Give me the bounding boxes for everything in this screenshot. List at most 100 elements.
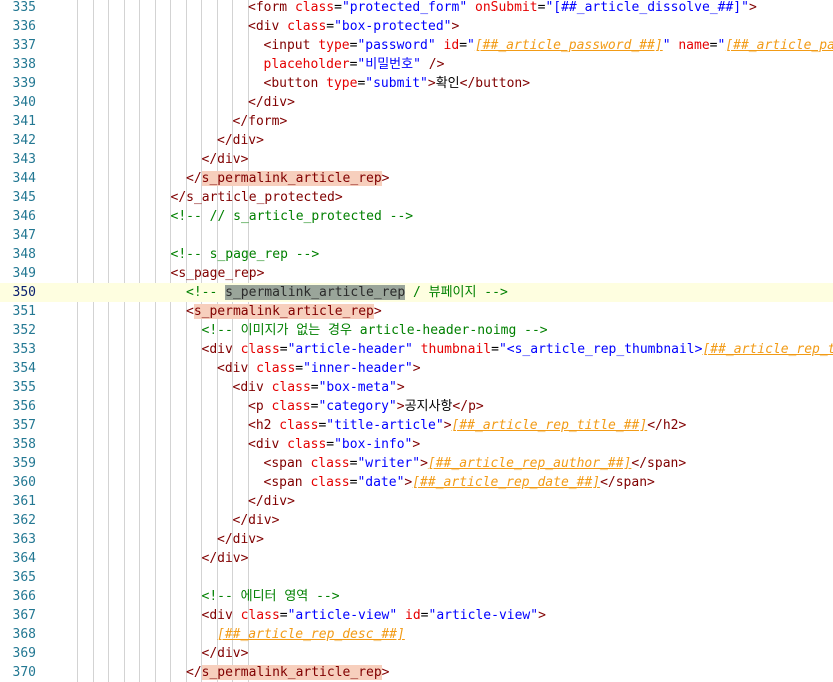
line-number: 342 [12, 133, 36, 148]
code-line[interactable]: 349 <s_page_rep> [0, 264, 833, 283]
line-number: 344 [12, 171, 36, 186]
code-line[interactable]: 346 <!-- // s_article_protected --> [0, 207, 833, 226]
tag-name: p [255, 399, 264, 414]
tag-bracket: > [334, 190, 343, 205]
code-text: <!-- 에디터 영역 --> [202, 587, 340, 606]
code-line[interactable]: 343 </div> [0, 150, 833, 169]
text-content: = [709, 38, 718, 53]
line-number: 353 [12, 342, 36, 357]
code-text: <input type="password" id="[##_article_p… [264, 36, 833, 55]
attribute-value: "inner-header" [303, 361, 413, 376]
code-line[interactable]: 357 <h2 class="title-article">[##_article… [0, 416, 833, 435]
code-line[interactable]: 365 [0, 568, 833, 587]
code-editor[interactable]: 335 <form class="protected_form" onSubmit… [0, 0, 833, 682]
tag-name: span [271, 475, 303, 490]
code-text: <div class="article-header" thumbnail="<… [202, 340, 833, 359]
line-number: 368 [12, 627, 36, 642]
attribute-value: "<s_article_rep_thumbnail> [498, 342, 703, 357]
code-line[interactable]: 356 <p class="category">공지사항</p> [0, 397, 833, 416]
code-text: <!-- 이미지가 없는 경우 article-header-noimg --> [202, 321, 548, 340]
tag-bracket: </ [217, 532, 233, 547]
code-line[interactable]: 351 <s_permalink_article_rep> [0, 302, 833, 321]
code-line[interactable]: 352 <!-- 이미지가 없는 경우 article-header-noimg … [0, 321, 833, 340]
tag-name: form [255, 0, 288, 15]
tag-bracket: > [240, 152, 249, 167]
text-content: = [295, 361, 304, 376]
code-line[interactable]: 348 <!-- s_page_rep --> [0, 245, 833, 264]
code-text: <!-- s_page_rep --> [171, 245, 320, 264]
attribute-name: name [670, 38, 710, 53]
code-line[interactable]: 368 [##_article_rep_desc_##] [0, 625, 833, 644]
code-line[interactable]: 347 [0, 226, 833, 245]
line-number: 339 [12, 76, 36, 91]
code-line[interactable]: 363 </div> [0, 530, 833, 549]
code-line[interactable]: 358 <div class="box-info"> [0, 435, 833, 454]
code-line[interactable]: 340 </div> [0, 93, 833, 112]
code-line[interactable]: 354 <div class="inner-header"> [0, 359, 833, 378]
attribute-value: "box-meta" [318, 380, 397, 395]
code-line[interactable]: 345 </s_article_protected> [0, 188, 833, 207]
tag-bracket: > [475, 399, 484, 414]
tag-bracket: > [287, 95, 295, 110]
code-line[interactable]: 364 </div> [0, 549, 833, 568]
tag-name: div [248, 513, 272, 528]
tag-name: form [248, 114, 280, 129]
tag-bracket: </ [647, 418, 663, 433]
tag-name: input [271, 38, 311, 53]
code-line[interactable]: 336 <div class="box-protected"> [0, 17, 833, 36]
code-line[interactable]: 341 </form> [0, 112, 833, 131]
code-line[interactable]: 366 <!-- 에디터 영역 --> [0, 587, 833, 606]
code-text: <span class="writer">[##_article_rep_aut… [264, 454, 687, 473]
code-text: <div class="box-protected"> [248, 17, 459, 36]
code-text: </div> [202, 549, 249, 568]
tag-bracket: /> [420, 57, 445, 72]
code-line[interactable]: 344 </s_permalink_article_rep> [0, 169, 833, 188]
line-number: 340 [12, 95, 36, 110]
tag-bracket: </ [186, 665, 202, 680]
code-line[interactable]: 360 <span class="date">[##_article_rep_da… [0, 473, 833, 492]
tag-name: h2 [662, 418, 679, 433]
attribute-name: class [263, 399, 311, 414]
line-number: 356 [12, 399, 36, 414]
tag-bracket: < [248, 19, 256, 34]
text-content: = [279, 342, 288, 357]
tag-bracket: > [443, 418, 452, 433]
code-line[interactable]: 335 <form class="protected_form" onSubmit… [0, 0, 833, 17]
code-line[interactable]: 339 <button type="submit">확인</button> [0, 74, 833, 93]
tag-bracket: < [186, 304, 194, 319]
code-text: </div> [202, 150, 249, 169]
tag-name: div [209, 342, 233, 357]
code-line[interactable]: 355 <div class="box-meta"> [0, 378, 833, 397]
tag-bracket: < [217, 361, 225, 376]
tag-bracket: > [256, 266, 265, 281]
code-text: </s_article_protected> [171, 188, 343, 207]
code-line[interactable]: 370 </s_permalink_article_rep> [0, 663, 833, 682]
attribute-name: placeholder [263, 57, 350, 72]
code-text: <form class="protected_form" onSubmit="[… [248, 0, 757, 17]
code-text: </div> [202, 644, 249, 663]
attribute-value: " [662, 38, 671, 53]
code-line[interactable]: 342 </div> [0, 131, 833, 150]
tag-bracket: > [412, 437, 421, 452]
code-line[interactable]: 362 </div> [0, 511, 833, 530]
code-line[interactable]: 359 <span class="writer">[##_article_rep_… [0, 454, 833, 473]
code-line[interactable]: 338 placeholder="비밀번호" /> [0, 55, 833, 74]
line-number: 359 [12, 456, 36, 471]
code-line[interactable]: 367 <div class="article-view" id="article… [0, 606, 833, 625]
code-line[interactable]: 353 <div class="article-header" thumbnail… [0, 340, 833, 359]
tag-bracket: </ [452, 399, 469, 414]
code-line[interactable]: 361 </div> [0, 492, 833, 511]
code-line[interactable]: 337 <input type="password" id="[##_articl… [0, 36, 833, 55]
code-line[interactable]: 369 </div> [0, 644, 833, 663]
attribute-name: type [310, 38, 350, 53]
highlighted-tag-name: s_permalink_article_rep [201, 171, 382, 186]
tag-bracket: </ [248, 494, 264, 509]
line-number: 357 [12, 418, 36, 433]
line-number: 367 [12, 608, 36, 623]
current-line[interactable]: 350 <!-- s_permalink_article_rep / 뷰페이지 -… [0, 283, 833, 302]
code-text: </form> [233, 112, 288, 131]
text-content: = [334, 0, 342, 15]
tag-name: button [475, 76, 523, 91]
text-content: 공지사항 [404, 399, 453, 414]
tag-bracket: </ [201, 646, 218, 661]
